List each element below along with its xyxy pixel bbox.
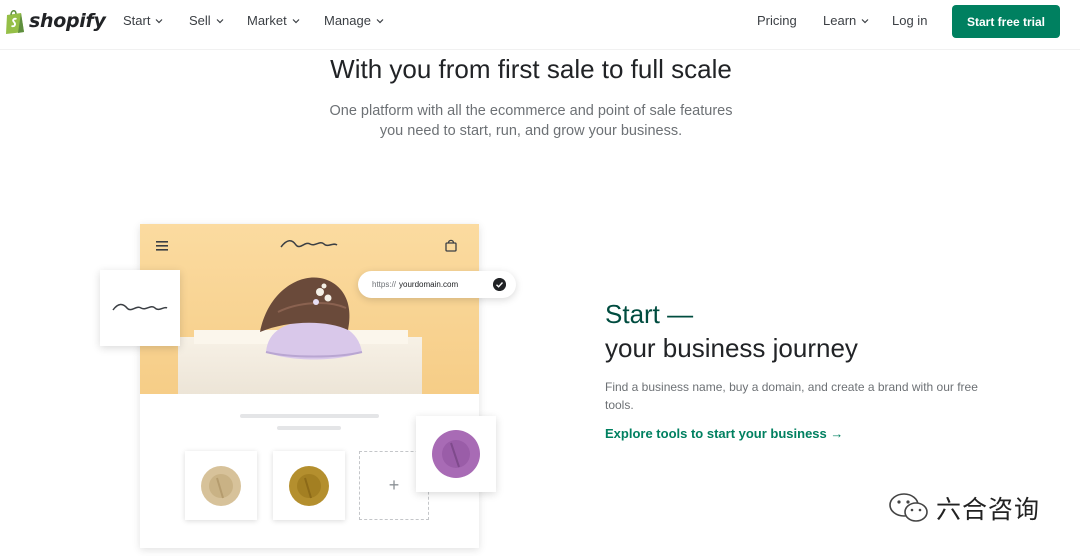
nav-pricing-link[interactable]: Pricing: [757, 13, 797, 28]
wave-logo-icon: [280, 240, 338, 248]
section-body-text: Find a business name, buy a domain, and …: [605, 380, 978, 412]
cart-bag-icon: [445, 239, 457, 252]
beige-hat-image: [201, 465, 241, 506]
nav-learn-menu[interactable]: Learn: [823, 13, 869, 28]
checkmark-icon: [493, 278, 506, 291]
start-free-trial-button[interactable]: Start free trial: [952, 5, 1060, 38]
nav-login-link[interactable]: Log in: [892, 13, 927, 28]
bucket-hat-image: [260, 277, 363, 360]
url-domain: yourdomain.com: [399, 280, 459, 289]
chevron-down-icon: [861, 18, 869, 23]
nav-pricing-label: Pricing: [757, 13, 797, 28]
hero-title: With you from first sale to full scale: [330, 54, 732, 84]
nav-sell-menu[interactable]: Sell: [189, 13, 224, 28]
menu-icon: [156, 241, 168, 251]
shopping-bag-logo-icon: [6, 10, 24, 34]
wave-logo-icon: [112, 303, 168, 311]
section-heading-journey: your business journey: [605, 333, 858, 363]
placeholder-text-bar: [277, 426, 341, 430]
nav-login-label: Log in: [892, 13, 928, 28]
brand-logo-card: [100, 270, 180, 346]
hero-subtitle: One platform with all the ecommerce and …: [0, 101, 1062, 141]
watermark-text: 六合咨询: [936, 495, 1041, 524]
chevron-down-icon: [376, 18, 384, 23]
chevron-down-icon: [156, 18, 163, 23]
mockup-hero-banner: [140, 224, 479, 394]
nav-learn-label: Learn: [823, 13, 857, 28]
url-protocol: https://: [372, 280, 397, 289]
section-heading-start: Start —: [605, 299, 694, 329]
domain-url-bar: https:// yourdomain.com: [358, 271, 516, 298]
nav-start-menu[interactable]: Start: [123, 13, 163, 28]
purple-hat-card[interactable]: [416, 416, 496, 492]
chevron-down-icon: [216, 18, 224, 23]
chevron-down-icon: [292, 18, 300, 23]
top-navigation: shopify Start Sell Market Manage Pricing…: [0, 0, 1080, 50]
nav-sell-label: Sell: [189, 13, 211, 28]
shopify-logo[interactable]: shopify: [4, 8, 106, 34]
hero-subtitle-line-2: you need to start, run, and grow your bu…: [379, 123, 683, 139]
hero-subtitle-line-1: One platform with all the ecommerce and …: [329, 103, 733, 119]
brand-name: shopify: [29, 10, 106, 32]
placeholder-text-bar: [240, 414, 379, 418]
product-thumbnail-beige-hat[interactable]: [185, 451, 257, 520]
nav-manage-label: Manage: [324, 13, 371, 28]
mustard-hat-image: [289, 465, 329, 506]
wechat-icon: [889, 493, 928, 522]
nav-manage-menu[interactable]: Manage: [324, 13, 384, 28]
product-thumbnail-mustard-hat[interactable]: [273, 451, 345, 520]
purple-hat-image: [432, 430, 480, 478]
nav-market-menu[interactable]: Market: [247, 13, 300, 28]
nav-start-label: Start: [123, 13, 151, 28]
explore-tools-link[interactable]: Explore tools to start your business →: [605, 426, 843, 441]
nav-market-label: Market: [247, 13, 287, 28]
wechat-watermark: 六合咨询: [888, 490, 1040, 526]
